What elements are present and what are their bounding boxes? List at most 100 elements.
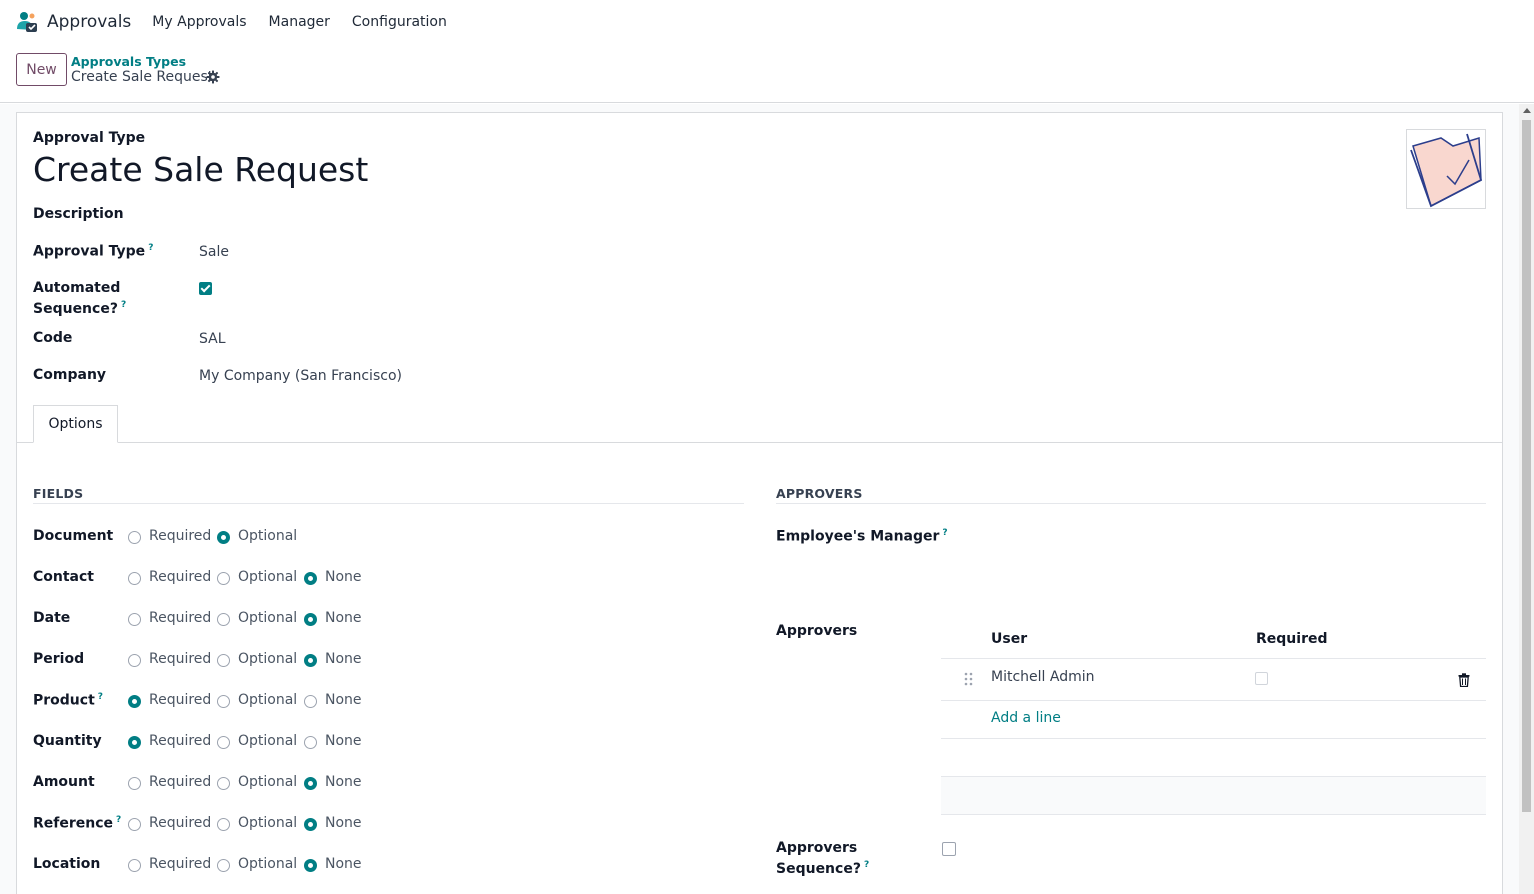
breadcrumb-parent[interactable]: Approvals Types [71, 54, 186, 69]
radio-product-optional[interactable] [217, 695, 230, 708]
radio-label-none[interactable]: None [325, 569, 362, 585]
radio-label-none[interactable]: None [325, 651, 362, 667]
new-button[interactable]: New [16, 53, 67, 86]
radio-label-required[interactable]: Required [149, 815, 211, 831]
menu-manager[interactable]: Manager [269, 14, 330, 30]
employee-manager-label: Employee's Manager? [776, 528, 948, 545]
approver-user-cell[interactable]: Mitchell Admin [991, 669, 1095, 685]
drag-handle-icon[interactable] [964, 672, 974, 686]
radio-label-optional[interactable]: Optional [238, 856, 297, 872]
radio-quantity-required[interactable] [128, 736, 141, 749]
radio-contact-optional[interactable] [217, 572, 230, 585]
radio-label-none[interactable]: None [325, 733, 362, 749]
radio-quantity-optional[interactable] [217, 736, 230, 749]
approvers-label: Approvers [776, 623, 858, 639]
radio-label-none[interactable]: None [325, 774, 362, 790]
table-row-divider [941, 700, 1486, 701]
radio-label-none[interactable]: None [325, 815, 362, 831]
radio-document-required[interactable] [128, 531, 141, 544]
field-label-location: Location [33, 856, 101, 872]
radio-period-optional[interactable] [217, 654, 230, 667]
radio-contact-none[interactable] [304, 572, 317, 585]
automated-sequence-label: Automated Sequence?? [33, 280, 127, 317]
radio-label-required[interactable]: Required [149, 774, 211, 790]
radio-label-optional[interactable]: Optional [238, 733, 297, 749]
code-label: Code [33, 330, 73, 346]
radio-date-none[interactable] [304, 613, 317, 626]
radio-amount-optional[interactable] [217, 777, 230, 790]
fields-section-title: FIELDS [33, 486, 84, 501]
vertical-scrollbar[interactable] [1519, 104, 1534, 894]
fields-section-divider [33, 503, 744, 504]
radio-date-optional[interactable] [217, 613, 230, 626]
approval-type-label: Approval Type? [33, 243, 154, 260]
trash-icon[interactable] [1458, 673, 1470, 688]
field-label-period: Period [33, 651, 85, 667]
radio-reference-optional[interactable] [217, 818, 230, 831]
radio-reference-none[interactable] [304, 818, 317, 831]
radio-location-optional[interactable] [217, 859, 230, 872]
scrollbar-thumb[interactable] [1522, 120, 1531, 812]
radio-document-optional[interactable] [217, 531, 230, 544]
record-image[interactable] [1406, 129, 1486, 209]
radio-label-optional[interactable]: Optional [238, 528, 297, 544]
radio-label-required[interactable]: Required [149, 651, 211, 667]
field-label-contact: Contact [33, 569, 94, 585]
approvals-app-icon[interactable] [16, 11, 38, 33]
column-header-required[interactable]: Required [1256, 631, 1327, 647]
menu-my-approvals[interactable]: My Approvals [152, 14, 246, 30]
radio-period-none[interactable] [304, 654, 317, 667]
tab-options[interactable]: Options [33, 405, 118, 443]
radio-label-none[interactable]: None [325, 610, 362, 626]
table-empty-row [941, 777, 1486, 814]
app-title[interactable]: Approvals [47, 12, 131, 32]
tabs-divider [17, 442, 1502, 443]
breadcrumb-current: Create Sale Request [71, 69, 214, 85]
add-line-link[interactable]: Add a line [991, 710, 1061, 726]
radio-amount-none[interactable] [304, 777, 317, 790]
radio-label-none[interactable]: None [325, 856, 362, 872]
radio-amount-required[interactable] [128, 777, 141, 790]
radio-date-required[interactable] [128, 613, 141, 626]
radio-label-required[interactable]: Required [149, 733, 211, 749]
radio-contact-required[interactable] [128, 572, 141, 585]
description-label: Description [33, 206, 124, 222]
radio-label-optional[interactable]: Optional [238, 651, 297, 667]
approvers-sequence-label: Approvers Sequence?? [776, 840, 870, 877]
menu-configuration[interactable]: Configuration [352, 14, 447, 30]
radio-product-required[interactable] [128, 695, 141, 708]
gear-icon[interactable] [206, 70, 220, 84]
automated-sequence-checkbox[interactable] [199, 282, 212, 295]
radio-product-none[interactable] [304, 695, 317, 708]
field-label-product: Product? [33, 692, 103, 709]
radio-label-none[interactable]: None [325, 692, 362, 708]
radio-quantity-none[interactable] [304, 736, 317, 749]
scroll-up-arrow-icon[interactable] [1523, 108, 1531, 113]
approvers-section-divider [776, 503, 1486, 504]
radio-label-optional[interactable]: Optional [238, 815, 297, 831]
radio-reference-required[interactable] [128, 818, 141, 831]
column-header-user[interactable]: User [991, 631, 1027, 647]
radio-label-optional[interactable]: Optional [238, 610, 297, 626]
form-heading: Approval Type [33, 130, 146, 146]
radio-label-required[interactable]: Required [149, 528, 211, 544]
radio-label-required[interactable]: Required [149, 569, 211, 585]
approvers-sequence-checkbox[interactable] [942, 842, 956, 856]
control-panel: New Approvals Types Create Sale Request [0, 44, 1534, 103]
field-label-document: Document [33, 528, 114, 544]
record-title[interactable]: Create Sale Request [33, 150, 368, 189]
radio-label-required[interactable]: Required [149, 610, 211, 626]
radio-label-optional[interactable]: Optional [238, 692, 297, 708]
radio-label-required[interactable]: Required [149, 856, 211, 872]
code-value[interactable]: SAL [199, 331, 226, 347]
approval-type-value[interactable]: Sale [199, 244, 229, 260]
radio-location-none[interactable] [304, 859, 317, 872]
radio-label-optional[interactable]: Optional [238, 774, 297, 790]
approver-required-checkbox[interactable] [1255, 672, 1268, 685]
radio-label-required[interactable]: Required [149, 692, 211, 708]
company-value[interactable]: My Company (San Francisco) [199, 368, 402, 384]
radio-location-required[interactable] [128, 859, 141, 872]
field-label-date: Date [33, 610, 71, 626]
radio-label-optional[interactable]: Optional [238, 569, 297, 585]
radio-period-required[interactable] [128, 654, 141, 667]
